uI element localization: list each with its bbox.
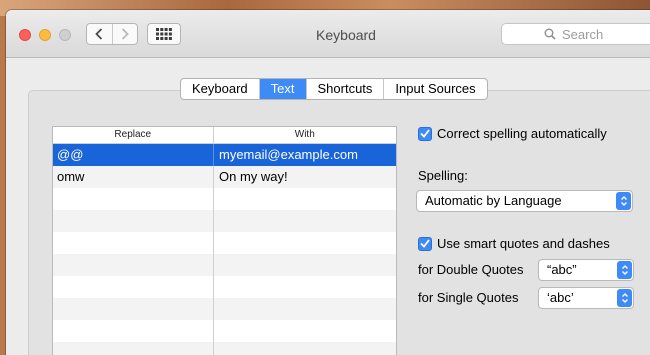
tab-keyboard[interactable]: Keyboard bbox=[181, 79, 259, 99]
spelling-popup[interactable]: Automatic by Language bbox=[416, 190, 633, 212]
empty-row bbox=[53, 188, 396, 210]
tab-text[interactable]: Text bbox=[258, 79, 306, 99]
window-title: Keyboard bbox=[316, 27, 376, 43]
popup-arrows-icon bbox=[617, 289, 632, 307]
column-header-replace[interactable]: Replace bbox=[53, 127, 213, 143]
correct-spelling-option[interactable]: Correct spelling automatically bbox=[418, 126, 607, 141]
table-row[interactable]: @@ myemail@example.com bbox=[53, 144, 396, 166]
empty-row bbox=[53, 254, 396, 276]
search-placeholder: Search bbox=[562, 27, 604, 42]
with-cell[interactable]: On my way! bbox=[213, 166, 396, 188]
zoom-button[interactable] bbox=[59, 29, 71, 41]
close-button[interactable] bbox=[19, 29, 31, 41]
replace-cell[interactable]: @@ bbox=[53, 144, 213, 166]
replace-cell[interactable]: omw bbox=[53, 166, 213, 188]
search-field[interactable]: Search bbox=[501, 23, 650, 45]
empty-row bbox=[53, 342, 396, 355]
empty-row bbox=[53, 320, 396, 342]
grid-icon bbox=[156, 28, 172, 40]
empty-row bbox=[53, 276, 396, 298]
double-quotes-label: for Double Quotes bbox=[418, 262, 524, 277]
single-quotes-label: for Single Quotes bbox=[418, 290, 519, 305]
show-all-button[interactable] bbox=[147, 23, 181, 45]
search-icon bbox=[544, 28, 556, 40]
single-quotes-value: ‘abc’ bbox=[547, 290, 574, 305]
tab-shortcuts[interactable]: Shortcuts bbox=[305, 79, 384, 99]
checkmark-icon bbox=[420, 129, 430, 138]
smart-quotes-option[interactable]: Use smart quotes and dashes bbox=[418, 236, 610, 251]
popup-arrows-icon bbox=[616, 192, 631, 210]
back-button[interactable] bbox=[87, 24, 112, 44]
empty-row bbox=[53, 298, 396, 320]
title-bar: Keyboard Search bbox=[6, 10, 650, 58]
popup-arrows-icon bbox=[617, 261, 632, 279]
table-header: Replace With bbox=[53, 127, 396, 144]
table-row[interactable]: omw On my way! bbox=[53, 166, 396, 188]
correct-spelling-label: Correct spelling automatically bbox=[437, 126, 607, 141]
spelling-label: Spelling: bbox=[418, 168, 468, 183]
single-quotes-popup[interactable]: ‘abc’ bbox=[538, 287, 634, 309]
minimize-button[interactable] bbox=[39, 29, 51, 41]
double-quotes-popup[interactable]: “abc” bbox=[538, 259, 634, 281]
tab-bar: Keyboard Text Shortcuts Input Sources bbox=[180, 78, 488, 100]
tab-input-sources[interactable]: Input Sources bbox=[383, 79, 486, 99]
double-quotes-value: “abc” bbox=[547, 262, 577, 277]
text-replacement-table[interactable]: Replace With @@ myemail@example.com omw … bbox=[52, 126, 397, 355]
preferences-window: Keyboard Search Keyboard Text Shortcuts … bbox=[6, 10, 650, 355]
smart-quotes-label: Use smart quotes and dashes bbox=[437, 236, 610, 251]
empty-row bbox=[53, 210, 396, 232]
navigation-buttons bbox=[86, 23, 138, 45]
column-header-with[interactable]: With bbox=[212, 127, 396, 143]
with-cell[interactable]: myemail@example.com bbox=[213, 144, 396, 166]
forward-button[interactable] bbox=[111, 24, 138, 44]
empty-row bbox=[53, 232, 396, 254]
spelling-value: Automatic by Language bbox=[425, 193, 562, 208]
smart-quotes-checkbox[interactable] bbox=[418, 236, 432, 251]
chevron-right-icon bbox=[121, 28, 129, 40]
chevron-left-icon bbox=[95, 28, 103, 40]
correct-spelling-checkbox[interactable] bbox=[418, 126, 432, 141]
checkmark-icon bbox=[420, 239, 430, 248]
